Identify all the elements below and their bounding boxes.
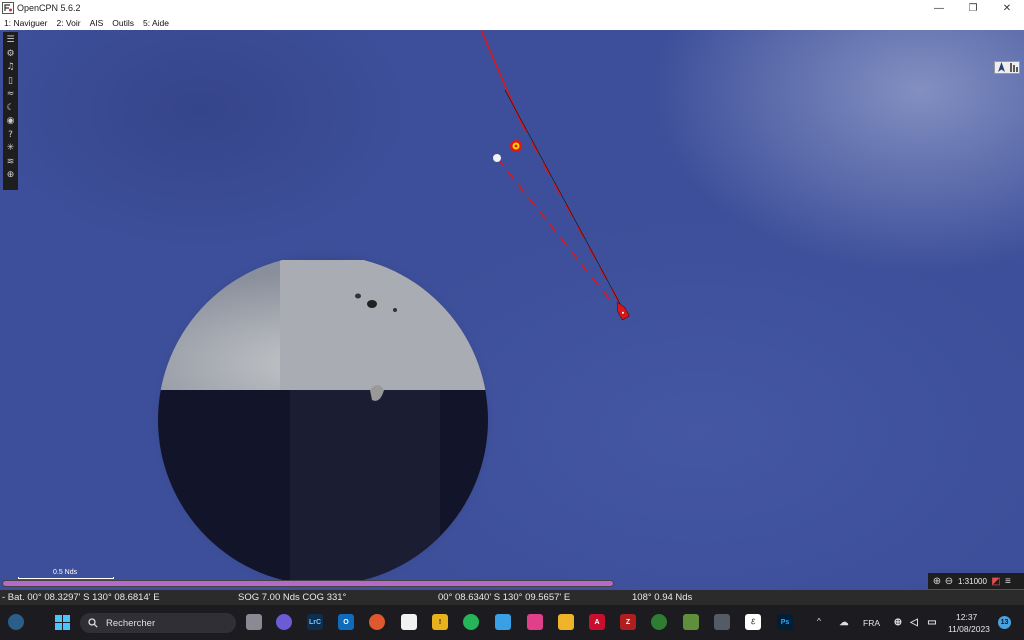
store-icon[interactable] xyxy=(401,614,417,630)
search-placeholder: Rechercher xyxy=(106,617,156,629)
cursor-point-marker[interactable] xyxy=(493,154,501,162)
cursor-position: 00° 08.6340' S 130° 09.5657' E xyxy=(438,592,571,603)
sog-cog: SOG 7.00 Nds COG 331° xyxy=(238,592,347,603)
firefox-icon[interactable] xyxy=(369,614,385,630)
maximize-button[interactable]: ❐ xyxy=(956,0,990,16)
menu-naviguer[interactable]: 1: Naviguer xyxy=(4,18,47,28)
scale-line xyxy=(18,577,114,579)
clock-time[interactable]: 12:37 xyxy=(956,612,977,622)
clock-date[interactable]: 11/08/2023 xyxy=(948,624,990,634)
gps-icon xyxy=(1009,63,1018,72)
chart-overlay xyxy=(148,30,630,590)
left-toolbar: ☰ ⚙ ♫ ▯ ≈ ☾ ◉ ? ✳ ≋ ⊕ xyxy=(3,32,18,190)
task-view-icon[interactable] xyxy=(246,614,262,630)
menu-aide[interactable]: 5: Aide xyxy=(143,18,169,28)
maps-app-icon[interactable] xyxy=(463,614,479,630)
help-icon[interactable]: ? xyxy=(4,129,17,143)
opencpn-taskbar-icon[interactable]: ℰ xyxy=(745,614,761,630)
pin-app-icon[interactable]: ! xyxy=(432,614,448,630)
chart-bar[interactable] xyxy=(2,580,614,587)
teams-icon[interactable] xyxy=(276,614,292,630)
window-title: OpenCPN 5.6.2 xyxy=(17,3,81,13)
bars-app-icon[interactable] xyxy=(495,614,511,630)
menu-voir[interactable]: 2: Voir xyxy=(56,18,80,28)
chart-bar-toggle-icon[interactable]: ◩ xyxy=(990,575,1002,587)
camera-icon[interactable]: ◉ xyxy=(4,115,17,129)
zoom-scale: 1:31000 xyxy=(958,576,987,586)
cloud-icon[interactable]: ☁ xyxy=(836,614,852,630)
battery-icon[interactable]: ▭ xyxy=(924,614,940,630)
language-indicator[interactable]: FRA xyxy=(863,618,880,628)
menu-ais[interactable]: AIS xyxy=(90,18,104,28)
lightroom-icon[interactable]: LrC xyxy=(307,614,323,630)
globe-app-icon[interactable] xyxy=(651,614,667,630)
route-icon[interactable]: ♫ xyxy=(4,61,17,75)
scale-bar: 0.5 Nds xyxy=(18,569,114,580)
zoom-in-icon[interactable]: ⊕ xyxy=(931,575,943,587)
photoshop-icon[interactable]: Ps xyxy=(777,614,793,630)
menu-bar: 1: Naviguer 2: Voir AIS Outils 5: Aide xyxy=(0,16,1024,30)
zoom-controls: ⊕ ⊖ 1:31000 ◩ ≡ xyxy=(928,573,1024,589)
compass-icon xyxy=(997,62,1005,72)
grib-icon[interactable]: ≋ xyxy=(4,156,17,170)
start-icon[interactable] xyxy=(54,614,70,630)
opencpn-window: OpenCPN 5.6.2 — ❐ ✕ 1: Naviguer 2: Voir … xyxy=(0,0,1024,640)
app-logo-icon xyxy=(2,2,14,14)
tide-icon[interactable]: ≈ xyxy=(4,88,17,102)
chart-canvas[interactable] xyxy=(0,30,1024,590)
settings-icon[interactable]: ⚙ xyxy=(4,48,17,62)
pdf-icon[interactable]: A xyxy=(589,614,605,630)
tray-chevron-icon[interactable]: ^ xyxy=(817,616,821,626)
status-bar: - Bat. 00° 08.3297' S 130° 08.6814' E SO… xyxy=(0,590,1024,605)
lifebuoy-icon[interactable]: ⊕ xyxy=(4,169,17,183)
search-input[interactable]: Rechercher xyxy=(80,613,236,633)
route-lines xyxy=(480,30,626,314)
search-icon xyxy=(88,618,98,628)
scale-label: 0.5 Nds xyxy=(53,569,78,576)
windows-taskbar: Rechercher LrC O ! A Z ℰ Ps ^ ☁ FRA ⊕ ◁ … xyxy=(0,605,1024,640)
boat-position: - Bat. 00° 08.3297' S 130° 08.6814' E xyxy=(2,592,160,603)
filezilla-icon[interactable]: Z xyxy=(620,614,636,630)
menu-icon[interactable]: ☰ xyxy=(4,34,17,48)
bearing-distance: 108° 0.94 Nds xyxy=(632,592,693,603)
title-bar: OpenCPN 5.6.2 — ❐ ✕ xyxy=(0,0,1024,16)
minimize-button[interactable]: — xyxy=(922,0,956,16)
window-controls: — ❐ ✕ xyxy=(922,0,1024,16)
volume-icon[interactable]: ◁ xyxy=(906,614,922,630)
image-app-icon[interactable] xyxy=(683,614,699,630)
ais-icon[interactable]: ✳ xyxy=(4,142,17,156)
own-ship-icon[interactable] xyxy=(614,300,630,321)
outlook-icon[interactable]: O xyxy=(338,614,354,630)
menu-outils[interactable]: Outils xyxy=(112,18,134,28)
photo-app-icon[interactable] xyxy=(527,614,543,630)
zoom-out-icon[interactable]: ⊖ xyxy=(943,575,955,587)
network-icon[interactable]: ⊕ xyxy=(890,614,906,630)
document-icon[interactable]: ▯ xyxy=(4,75,17,89)
satellite-inset xyxy=(148,245,498,590)
weather-icon[interactable] xyxy=(8,614,24,630)
close-button[interactable]: ✕ xyxy=(990,0,1024,16)
notification-badge[interactable]: 13 xyxy=(998,616,1011,629)
waypoint-marker[interactable] xyxy=(510,140,522,152)
moon-icon[interactable]: ☾ xyxy=(4,102,17,116)
north-up-compass[interactable] xyxy=(994,61,1020,74)
hamburger-icon[interactable]: ≡ xyxy=(1002,575,1014,587)
calculator-icon[interactable] xyxy=(714,614,730,630)
folder-icon[interactable] xyxy=(558,614,574,630)
